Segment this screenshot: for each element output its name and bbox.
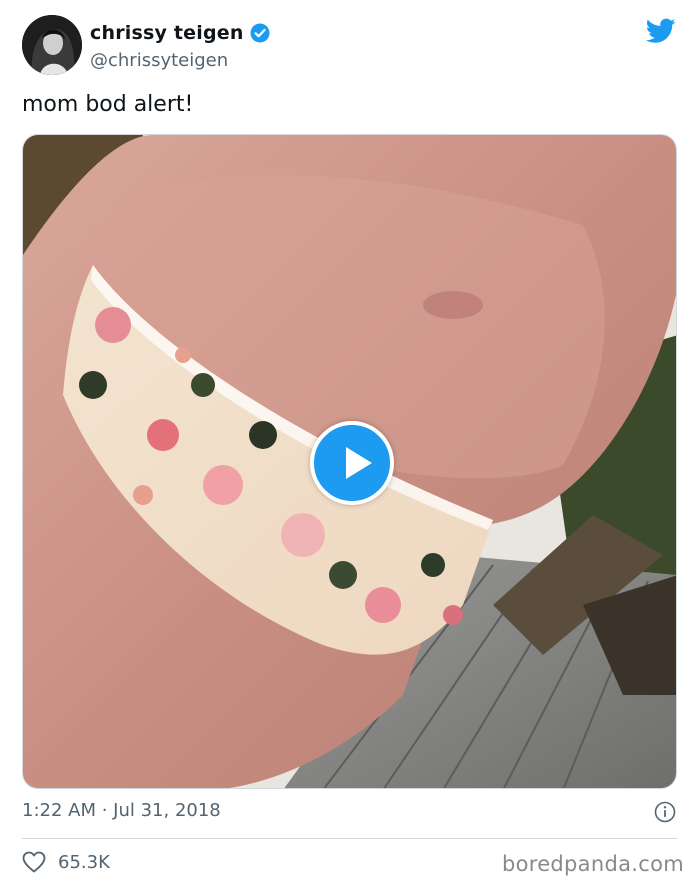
like-action[interactable]: 65.3K	[22, 851, 110, 873]
tweet-text: mom bod alert!	[22, 92, 194, 117]
display-name[interactable]: chrissy teigen	[90, 22, 244, 44]
author-handle[interactable]: @chrissyteigen	[90, 50, 228, 71]
avatar[interactable]	[22, 15, 82, 75]
tweet-timestamp[interactable]: 1:22 AM · Jul 31, 2018	[22, 800, 221, 821]
play-icon	[346, 447, 372, 479]
heart-icon[interactable]	[22, 851, 46, 873]
tweet-card: chrissy teigen @chrissyteigen mom bod al…	[0, 0, 700, 892]
twitter-bird-icon[interactable]	[645, 18, 676, 44]
video-player[interactable]	[22, 134, 677, 789]
like-count: 65.3K	[58, 851, 110, 873]
verified-badge-icon	[250, 23, 270, 43]
watermark: boredpanda.com	[501, 852, 684, 876]
divider	[22, 838, 677, 839]
play-button[interactable]	[310, 421, 394, 505]
author-name-row: chrissy teigen	[90, 22, 270, 44]
info-icon[interactable]	[654, 801, 676, 823]
